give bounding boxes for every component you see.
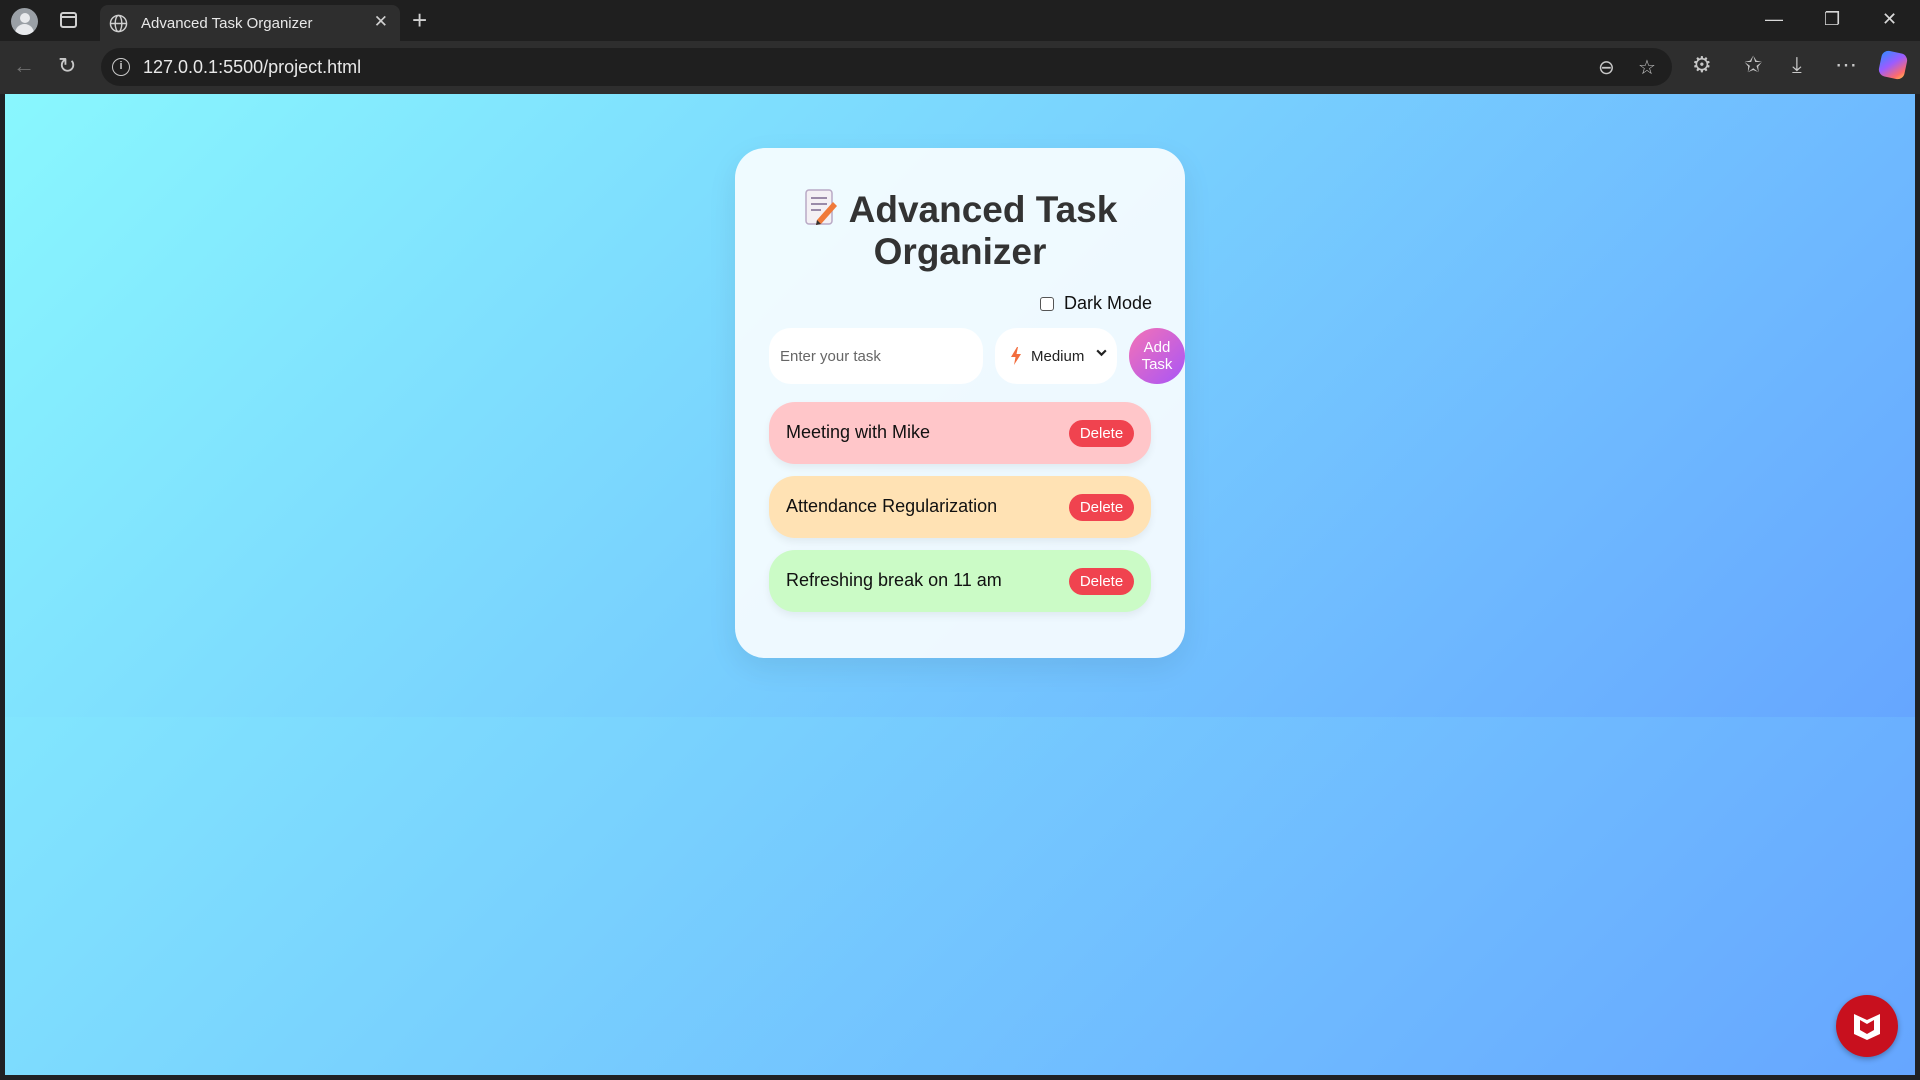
profile-avatar-icon[interactable]	[11, 8, 38, 35]
dark-mode-label: Dark Mode	[1063, 293, 1152, 313]
task-text: Attendance Regularization	[786, 496, 998, 516]
task-list: Meeting with Mike Delete Attendance Regu…	[769, 402, 1151, 624]
delete-button[interactable]: Delete	[1069, 420, 1134, 447]
mcafee-shield-icon[interactable]	[1836, 995, 1898, 1057]
memo-icon	[804, 189, 837, 225]
delete-button[interactable]: Delete	[1069, 568, 1134, 595]
task-text: Meeting with Mike	[786, 422, 931, 442]
restore-icon[interactable]: ❐	[1824, 9, 1840, 30]
window-close-icon[interactable]: ✕	[1882, 9, 1897, 30]
browser-tab[interactable]: Advanced Task Organizer ✕	[100, 5, 400, 41]
priority-select[interactable]: Medium	[995, 328, 1117, 384]
downloads-icon[interactable]: ⤓	[1792, 53, 1802, 77]
reload-icon[interactable]: ↻	[58, 54, 76, 78]
task-item: Refreshing break on 11 am Delete	[769, 550, 1151, 612]
page-title: Advanced Task Organizer	[755, 188, 1165, 273]
task-organizer-card: Advanced Task Organizer Dark Mode Medium…	[735, 148, 1185, 658]
globe-icon	[109, 14, 128, 33]
site-info-icon[interactable]: i	[112, 58, 130, 76]
address-bar[interactable]: i 127.0.0.1:5500/project.html ⊖ ☆	[101, 48, 1672, 86]
tab-actions-icon[interactable]	[60, 12, 77, 28]
browser-titlebar: Advanced Task Organizer ✕ + — ❐ ✕	[0, 0, 1920, 41]
title-text: Advanced Task Organizer	[848, 189, 1118, 272]
copilot-icon[interactable]	[1877, 49, 1909, 81]
more-menu-icon[interactable]: ⋯	[1835, 53, 1857, 77]
task-input[interactable]	[769, 328, 983, 384]
minimize-icon[interactable]: —	[1765, 9, 1783, 30]
new-tab-button[interactable]: +	[412, 5, 427, 36]
priority-selected-value: Medium	[1031, 347, 1085, 365]
lightning-icon	[1011, 347, 1021, 365]
task-item: Meeting with Mike Delete	[769, 402, 1151, 464]
task-item: Attendance Regularization Delete	[769, 476, 1151, 538]
browser-toolbar: ← ↻ i 127.0.0.1:5500/project.html ⊖ ☆ ⚙ …	[0, 41, 1920, 94]
delete-button[interactable]: Delete	[1069, 494, 1134, 521]
url-text[interactable]: 127.0.0.1:5500/project.html	[143, 57, 361, 78]
extensions-icon[interactable]: ⚙	[1692, 53, 1712, 77]
add-task-button[interactable]: Add Task	[1129, 328, 1185, 384]
tab-close-icon[interactable]: ✕	[374, 13, 388, 31]
tab-title: Advanced Task Organizer	[141, 15, 313, 32]
chevron-down-icon	[1096, 349, 1107, 357]
zoom-out-icon[interactable]: ⊖	[1598, 55, 1615, 80]
favorites-icon[interactable]: ✩	[1744, 53, 1762, 77]
back-arrow-icon[interactable]: ←	[13, 54, 35, 78]
page-viewport: Advanced Task Organizer Dark Mode Medium…	[5, 94, 1915, 1075]
favorite-star-icon[interactable]: ☆	[1638, 55, 1656, 80]
dark-mode-toggle[interactable]: Dark Mode	[1039, 293, 1152, 314]
dark-mode-checkbox[interactable]	[1039, 296, 1054, 311]
task-text: Refreshing break on 11 am	[786, 570, 1002, 590]
